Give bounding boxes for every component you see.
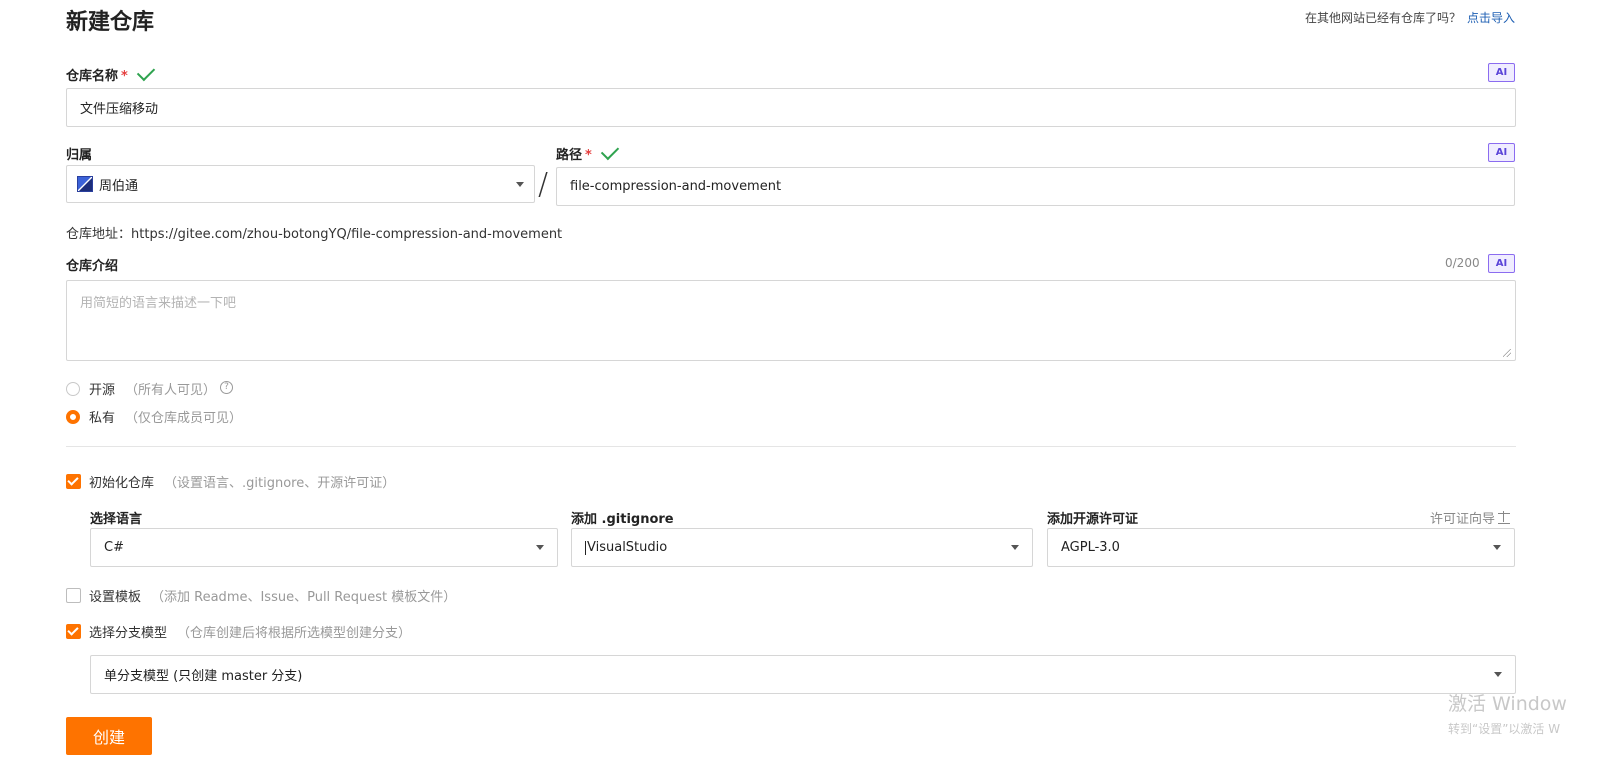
path-input[interactable]: file-compression-and-movement: [556, 167, 1515, 206]
owner-path-separator: /: [538, 167, 549, 202]
license-label: 添加开源许可证: [1047, 512, 1139, 527]
chevron-down-icon: [1494, 672, 1502, 677]
repo-name-label: 仓库名称 *: [66, 62, 156, 84]
valid-check-icon: [136, 62, 156, 82]
public-label: 开源: [89, 383, 116, 398]
owner-select[interactable]: 周伯通: [66, 165, 535, 203]
help-icon[interactable]: ?: [220, 381, 234, 394]
watermark-line2: 转到“设置”以激活 W: [1448, 722, 1561, 736]
branch-model-note: （仓库创建后将根据所选模型创建分支）: [177, 626, 412, 641]
intro-char-counter: 0/200: [1445, 256, 1480, 270]
required-mark: *: [121, 69, 128, 84]
chevron-down-icon: [516, 181, 524, 187]
text-cursor: [585, 540, 586, 555]
gitignore-value: VisualStudio: [587, 540, 668, 555]
branch-model-checkbox[interactable]: [66, 624, 81, 639]
public-radio[interactable]: [66, 381, 80, 396]
license-guide-text: 许可证向导: [1430, 512, 1496, 527]
import-hint-text: 在其他网站已经有仓库了吗？: [1304, 11, 1461, 25]
gitignore-label: 添加 .gitignore: [571, 512, 674, 527]
create-button[interactable]: 创建: [66, 717, 152, 755]
path-value: file-compression-and-movement: [570, 179, 782, 194]
intro-placeholder: 用简短的语言来描述一下吧: [80, 296, 237, 311]
ai-generate-intro-button[interactable]: AI: [1488, 254, 1515, 273]
repo-address-url: https://gitee.com/zhou-botongYQ/file-com…: [131, 227, 563, 242]
template-label: 设置模板: [89, 590, 142, 605]
ai-generate-path-button[interactable]: AI: [1488, 143, 1515, 162]
private-radio[interactable]: [66, 409, 80, 424]
init-repo-checkbox[interactable]: [66, 474, 81, 489]
license-guide-link[interactable]: 许可证向导: [1430, 508, 1511, 527]
language-value: C#: [104, 540, 124, 555]
license-value: AGPL-3.0: [1061, 540, 1120, 555]
valid-check-icon: [600, 141, 620, 161]
intro-textarea[interactable]: 用简短的语言来描述一下吧: [66, 280, 1516, 361]
owner-value: 周伯通: [99, 178, 139, 194]
required-mark: *: [585, 148, 592, 163]
init-repo-option[interactable]: 初始化仓库 （设置语言、.gitignore、开源许可证）: [66, 472, 395, 491]
language-label: 选择语言: [90, 512, 143, 527]
resize-handle-icon[interactable]: [1503, 349, 1511, 357]
owner-label: 归属: [66, 148, 93, 163]
import-link[interactable]: 点击导入: [1467, 11, 1515, 25]
private-note: （仅仓库成员可见）: [125, 411, 243, 426]
scale-icon: [1498, 511, 1511, 524]
branch-model-option[interactable]: 选择分支模型 （仓库创建后将根据所选模型创建分支）: [66, 622, 411, 641]
chevron-down-icon: [1011, 545, 1019, 550]
visibility-option-public[interactable]: 开源 （所有人可见） ?: [66, 379, 234, 398]
repo-name-input[interactable]: 文件压缩移动: [66, 88, 1516, 127]
owner-avatar-icon: [77, 176, 93, 192]
repo-name-label-text: 仓库名称: [66, 69, 119, 84]
intro-label: 仓库介绍: [66, 259, 119, 274]
public-note: （所有人可见）: [125, 383, 217, 398]
page-title: 新建仓库: [66, 10, 155, 35]
owner-selected: 周伯通: [77, 175, 138, 194]
chevron-down-icon: [536, 545, 544, 550]
visibility-option-private[interactable]: 私有 （仅仓库成员可见）: [66, 407, 242, 426]
template-note: （添加 Readme、Issue、Pull Request 模板文件）: [151, 590, 457, 605]
branch-model-label: 选择分支模型: [89, 626, 168, 641]
branch-model-select[interactable]: 单分支模型 (只创建 master 分支): [90, 655, 1516, 694]
repo-name-value: 文件压缩移动: [80, 102, 159, 117]
branch-model-value: 单分支模型 (只创建 master 分支): [104, 669, 303, 684]
language-select[interactable]: C#: [90, 528, 558, 567]
path-label: 路径 *: [556, 141, 620, 163]
watermark-line1: 激活 Window: [1448, 693, 1567, 715]
path-label-text: 路径: [556, 148, 583, 163]
section-divider: [66, 446, 1516, 447]
template-option[interactable]: 设置模板 （添加 Readme、Issue、Pull Request 模板文件）: [66, 586, 456, 605]
init-repo-note: （设置语言、.gitignore、开源许可证）: [164, 476, 396, 491]
chevron-down-icon: [1493, 545, 1501, 550]
template-checkbox[interactable]: [66, 588, 81, 603]
import-hint: 在其他网站已经有仓库了吗？ 点击导入: [1305, 9, 1515, 26]
gitignore-selected: VisualStudio: [585, 540, 667, 555]
repo-address: 仓库地址：https://gitee.com/zhou-botongYQ/fil…: [66, 223, 562, 242]
license-select[interactable]: AGPL-3.0: [1047, 528, 1515, 567]
activation-watermark: 激活 Window 转到“设置”以激活 W: [1448, 689, 1567, 737]
init-repo-label: 初始化仓库: [89, 476, 155, 491]
ai-generate-name-button[interactable]: AI: [1488, 63, 1515, 82]
private-label: 私有: [89, 411, 116, 426]
gitignore-select[interactable]: VisualStudio: [571, 528, 1033, 567]
repo-address-label: 仓库地址：: [66, 227, 132, 242]
